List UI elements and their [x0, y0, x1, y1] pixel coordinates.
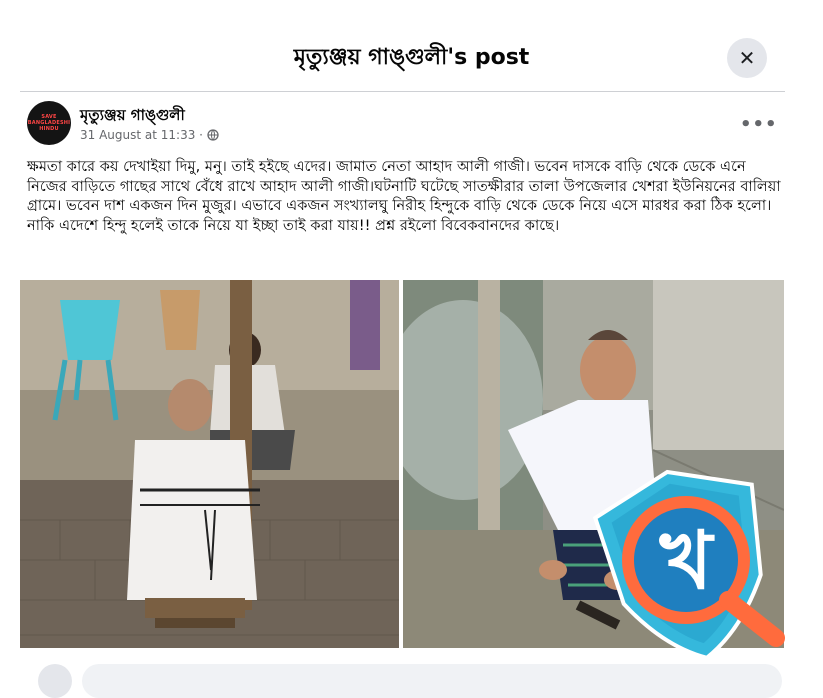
globe-icon — [207, 129, 219, 141]
watermark-letter: খ — [659, 514, 715, 607]
dialog-title: মৃত্যুঞ্জয় গাঙ্গুলী's post — [293, 45, 530, 70]
header-divider — [20, 91, 785, 92]
post-author-name[interactable]: মৃত্যুঞ্জয় গাঙ্গুলী — [80, 104, 185, 129]
comment-avatar — [38, 664, 72, 698]
photo-left-illustration — [20, 280, 399, 648]
close-button[interactable]: ✕ — [727, 38, 767, 78]
avatar[interactable]: SAVE BANGLADESHI HINDU — [27, 101, 71, 145]
post-photo-left[interactable] — [20, 280, 399, 648]
post-body-text: ক্ষমতা কারে কয় দেখাইয়া দিমু, মনু। তাই … — [27, 158, 781, 234]
post-timestamp[interactable]: 31 August at 11:33 · — [80, 128, 203, 142]
fact-check-shield-icon: খ — [592, 469, 785, 661]
more-options-button[interactable]: ••• — [740, 114, 778, 135]
close-icon: ✕ — [738, 46, 756, 70]
dialog-header: মৃত্যুঞ্জয় গাঙ্গুলী's post ✕ — [0, 0, 823, 93]
post-meta: 31 August at 11:33 · — [80, 128, 219, 142]
avatar-logo-text: SAVE BANGLADESHI HINDU — [27, 114, 71, 132]
